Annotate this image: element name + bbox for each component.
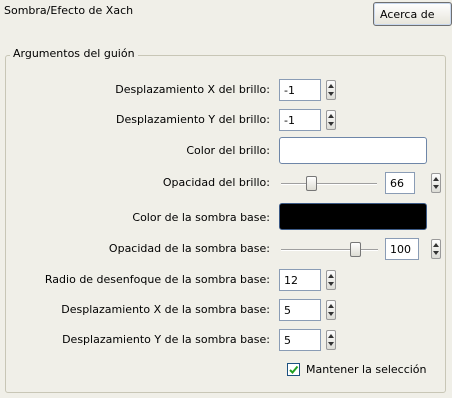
dialog-window: Sombra/Efecto de Xach Acerca de Argument… — [0, 0, 452, 398]
shadow-opacity-input[interactable]: 100 — [385, 238, 419, 260]
glow-y-input[interactable]: -1 — [279, 109, 321, 131]
keep-selection-checkbox[interactable] — [287, 363, 300, 376]
shadow-color-label: Color de la sombra base: — [132, 211, 270, 224]
blur-radius-spinner[interactable] — [326, 270, 336, 290]
shadow-opacity-label: Opacidad de la sombra base: — [108, 242, 270, 255]
blur-radius-input[interactable]: 12 — [279, 269, 321, 291]
glow-opacity-spinner[interactable] — [431, 173, 441, 193]
glow-color-row: Color del brillo: — [0, 137, 452, 167]
group-title: Argumentos del guión — [10, 47, 138, 60]
dialog-title: Sombra/Efecto de Xach — [4, 4, 134, 17]
glow-color-label: Color del brillo: — [186, 144, 270, 157]
up-down-arrows-icon — [328, 114, 334, 126]
glow-opacity-slider[interactable] — [281, 183, 377, 185]
up-down-arrows-icon — [328, 334, 334, 346]
shadow-x-input[interactable]: 5 — [279, 299, 321, 321]
shadow-color-swatch[interactable] — [279, 203, 427, 230]
keep-selection-label: Mantener la selección — [306, 363, 427, 376]
glow-x-spinner[interactable] — [326, 80, 336, 100]
glow-opacity-label: Opacidad del brillo: — [162, 176, 270, 189]
shadow-y-input[interactable]: 5 — [279, 329, 321, 351]
blur-radius-label: Radio de desenfoque de la sombra base: — [44, 273, 270, 286]
up-down-arrows-icon — [328, 274, 334, 286]
glow-x-row: Desplazamiento X del brillo: -1 — [0, 79, 452, 103]
shadow-color-row: Color de la sombra base: — [0, 203, 452, 233]
shadow-y-spinner[interactable] — [326, 330, 336, 350]
glow-opacity-slider-thumb[interactable] — [306, 176, 318, 191]
glow-y-spinner[interactable] — [326, 110, 336, 130]
glow-x-label: Desplazamiento X del brillo: — [115, 83, 270, 96]
up-down-arrows-icon — [328, 304, 334, 316]
checkmark-icon — [289, 365, 299, 374]
glow-x-input[interactable]: -1 — [279, 79, 321, 101]
shadow-x-spinner[interactable] — [326, 300, 336, 320]
glow-y-row: Desplazamiento Y del brillo: -1 — [0, 109, 452, 133]
shadow-opacity-row: Opacidad de la sombra base: 100 — [0, 238, 452, 262]
glow-opacity-row: Opacidad del brillo: 66 — [0, 172, 452, 196]
about-button[interactable]: Acerca de — [373, 2, 452, 26]
up-down-arrows-icon — [433, 243, 439, 255]
shadow-y-row: Desplazamiento Y de la sombra base: 5 — [0, 329, 452, 353]
blur-radius-row: Radio de desenfoque de la sombra base: 1… — [0, 269, 452, 293]
glow-color-swatch[interactable] — [279, 137, 427, 164]
shadow-opacity-slider-thumb[interactable] — [349, 242, 361, 257]
glow-opacity-input[interactable]: 66 — [385, 172, 415, 194]
shadow-opacity-spinner[interactable] — [431, 239, 441, 259]
shadow-opacity-slider[interactable] — [281, 249, 378, 251]
glow-y-label: Desplazamiento Y del brillo: — [116, 113, 270, 126]
up-down-arrows-icon — [328, 84, 334, 96]
shadow-y-label: Desplazamiento Y de la sombra base: — [62, 333, 270, 346]
shadow-x-row: Desplazamiento X de la sombra base: 5 — [0, 299, 452, 323]
shadow-x-label: Desplazamiento X de la sombra base: — [61, 303, 270, 316]
up-down-arrows-icon — [433, 177, 439, 189]
